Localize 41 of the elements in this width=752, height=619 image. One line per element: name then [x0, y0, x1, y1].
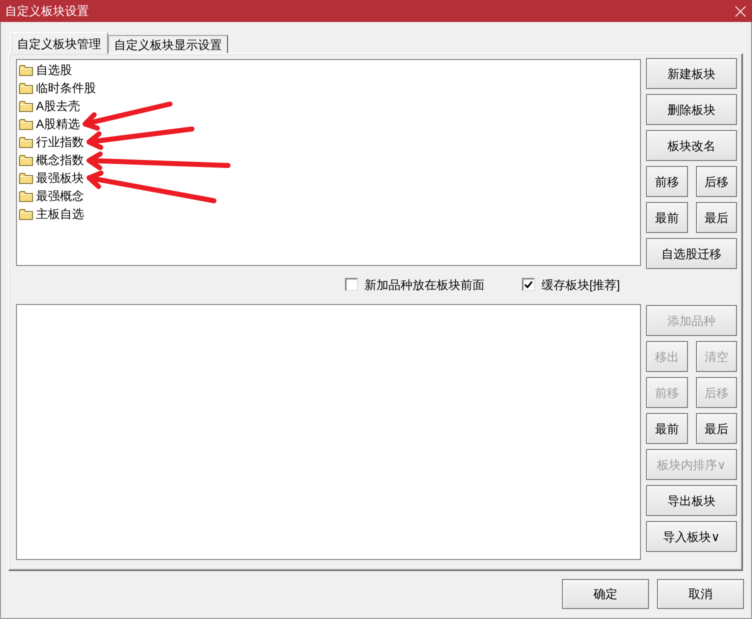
folder-icon	[19, 208, 33, 220]
folder-icon	[19, 190, 33, 202]
list-item[interactable]: 主板自选	[19, 205, 84, 223]
move-down-button[interactable]: 后移	[696, 166, 737, 197]
tab[interactable]: 自定义板块管理	[10, 32, 108, 54]
move-to-top-button[interactable]: 最前	[646, 413, 688, 444]
folder-icon	[19, 154, 33, 166]
tab[interactable]: 自定义板块显示设置	[108, 35, 228, 53]
list-item[interactable]: 最强板块	[19, 169, 84, 187]
checkbox-label: 缓存板块[推荐]	[541, 278, 620, 292]
close-icon[interactable]	[735, 6, 746, 16]
folder-icon	[19, 172, 33, 184]
folder-icon	[19, 64, 33, 76]
checkbox[interactable]	[345, 278, 358, 291]
move-up-button[interactable]: 前移	[646, 166, 688, 197]
rename-block-button[interactable]: 板块改名	[646, 130, 737, 161]
list-item[interactable]: 概念指数	[19, 151, 84, 169]
checkbox-label: 新加品种放在板块前面	[364, 278, 484, 292]
folder-icon	[19, 100, 33, 112]
export-block-button[interactable]: 导出板块	[646, 485, 737, 516]
new-block-button[interactable]: 新建板块	[646, 58, 737, 89]
folder-icon	[19, 136, 33, 148]
move-to-bottom-button[interactable]: 最后	[696, 413, 737, 444]
list-item[interactable]: 临时条件股	[19, 79, 96, 97]
move-to-top-button[interactable]: 最前	[646, 202, 688, 233]
folder-icon	[19, 118, 33, 130]
delete-block-button[interactable]: 删除板块	[646, 94, 737, 125]
list-item[interactable]: A股去壳	[19, 97, 80, 115]
migrate-watchlist-button[interactable]: 自选股迁移	[646, 238, 737, 269]
list-item[interactable]: 行业指数	[19, 133, 84, 151]
import-dropdown-button[interactable]: 导入板块∨	[646, 521, 737, 552]
list-item[interactable]: A股精选	[19, 115, 80, 133]
list-item[interactable]: 最强概念	[19, 187, 84, 205]
list-item[interactable]: 自选股	[19, 61, 72, 79]
checkbox[interactable]	[522, 278, 536, 291]
folder-icon	[19, 82, 33, 94]
cancel-button[interactable]: 取消	[657, 579, 744, 609]
ok-button[interactable]: 确定	[562, 579, 649, 609]
window-title: 自定义板块设置	[5, 3, 89, 19]
move-to-bottom-button[interactable]: 最后	[696, 202, 737, 233]
checkmark-icon	[524, 280, 534, 289]
